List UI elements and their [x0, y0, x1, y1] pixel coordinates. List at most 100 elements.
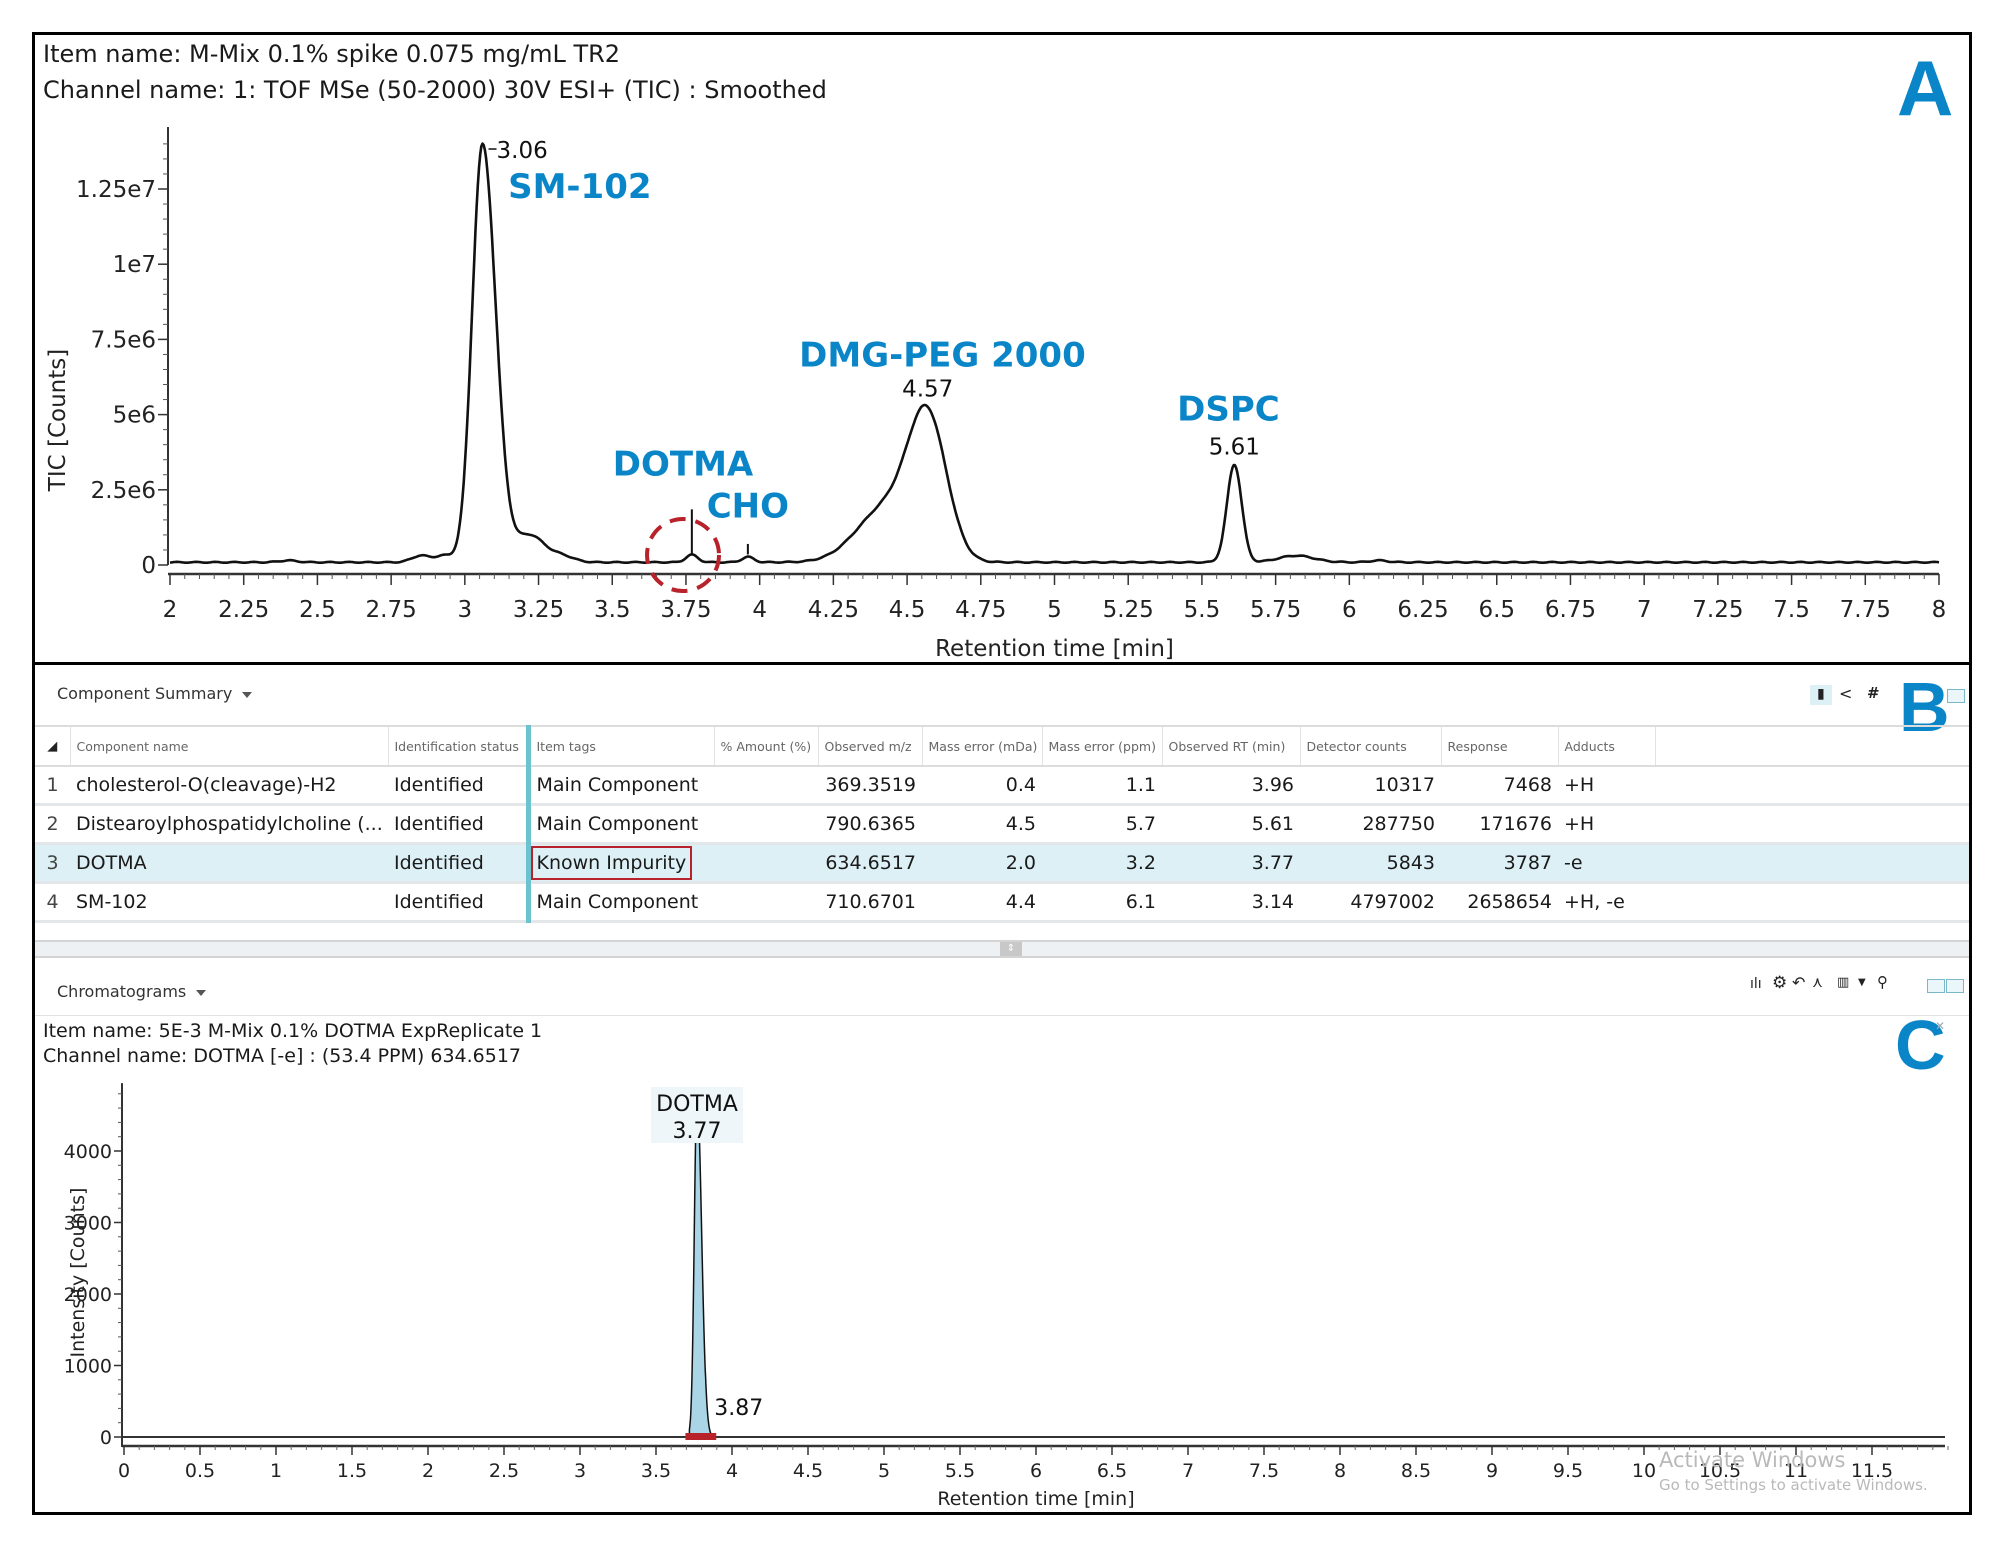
cell-adducts[interactable]: +H — [1558, 766, 1655, 806]
column-header-response[interactable]: Response — [1441, 725, 1559, 767]
hash-icon[interactable]: # — [1867, 686, 1880, 701]
x-tick-label: 8 — [1932, 597, 1947, 623]
cell-identification-status[interactable]: Identified — [388, 882, 528, 923]
cell-item-tags[interactable]: Main Component — [525, 882, 714, 923]
cell-observed-mz[interactable]: 369.3519 — [818, 766, 922, 806]
column-header-mass-error-ppm[interactable]: Mass error (ppm) — [1042, 725, 1163, 767]
cell-mass-error-mda[interactable]: 2.0 — [922, 843, 1042, 884]
cell-response[interactable]: 2658654 — [1441, 882, 1558, 923]
column-header-mass-error-mda[interactable]: Mass error (mDa) — [922, 725, 1043, 767]
cell-detector-counts[interactable]: 5843 — [1300, 843, 1441, 884]
cell-response[interactable]: 7468 — [1441, 766, 1558, 806]
y-tick-label: 5e6 — [113, 403, 156, 429]
cell-observed-mz[interactable]: 710.6701 — [818, 882, 922, 923]
cell-mass-error-ppm[interactable]: 3.2 — [1042, 843, 1162, 884]
table-row[interactable]: 4 SM-102 Identified Main Component 710.6701 4… — [35, 882, 1969, 923]
x-tick-label: 4.5 — [889, 597, 926, 623]
cell-observed-rt[interactable]: 3.96 — [1162, 766, 1300, 806]
pane-splitter[interactable]: ⇕ — [35, 940, 1969, 958]
x-tick-label: 8 — [1334, 1460, 1346, 1482]
cell-component-name[interactable]: SM-102 — [70, 882, 388, 923]
column-header-identification-status[interactable]: Identification status — [388, 725, 529, 767]
row-number[interactable]: 1 — [35, 766, 70, 806]
cell-filler[interactable] — [1655, 804, 1969, 845]
column-header-amount[interactable]: % Amount (%) — [714, 725, 819, 767]
cell-identification-status[interactable]: Identified — [388, 843, 528, 884]
cell-adducts[interactable]: -e — [1558, 843, 1655, 884]
x-tick-label: 5.5 — [945, 1460, 975, 1482]
cell-filler[interactable] — [1655, 766, 1969, 806]
cell-observed-rt[interactable]: 5.61 — [1162, 804, 1300, 845]
x-tick-label: 4.25 — [808, 597, 859, 623]
component-summary-title: Component Summary — [57, 684, 233, 703]
cell-mass-error-ppm[interactable]: 6.1 — [1042, 882, 1162, 923]
table-row[interactable]: 3 DOTMA Identified Known Impurity 634.6517 2.… — [35, 843, 1969, 884]
cell-mass-error-ppm[interactable]: 5.7 — [1042, 804, 1162, 845]
cell-observed-rt[interactable]: 3.14 — [1162, 882, 1300, 923]
x-tick-label: 7.75 — [1840, 597, 1891, 623]
column-header-observed-mz[interactable]: Observed m/z — [818, 725, 923, 767]
rt-label-3.06: 3.06 — [497, 138, 548, 164]
panel-c-chromatograms: Chromatograms ılı ⚙ ↶ ⋏ ▥ ▼ ⚲ C ✕ Item n… — [35, 960, 1969, 1515]
x-tick-label: 6.5 — [1478, 597, 1515, 623]
cell-amount[interactable] — [714, 804, 818, 845]
cell-response[interactable]: 171676 — [1441, 804, 1558, 845]
column-header-component-name[interactable]: Component name — [70, 725, 389, 767]
row-number[interactable]: 3 — [35, 843, 70, 884]
cell-filler[interactable] — [1655, 843, 1969, 884]
cell-mass-error-mda[interactable]: 4.5 — [922, 804, 1042, 845]
x-tick-label: 2.5 — [299, 597, 336, 623]
cell-amount[interactable] — [714, 843, 818, 884]
cell-adducts[interactable]: +H — [1558, 804, 1655, 845]
row-number[interactable]: 2 — [35, 804, 70, 845]
cell-observed-rt[interactable]: 3.77 — [1162, 843, 1300, 884]
column-header-adducts[interactable]: Adducts — [1558, 725, 1656, 767]
cell-item-tags[interactable]: Main Component — [525, 766, 714, 806]
cell-component-name[interactable]: DOTMA — [70, 843, 388, 884]
cell-filler[interactable] — [1655, 882, 1969, 923]
cell-mass-error-mda[interactable]: 0.4 — [922, 766, 1042, 806]
x-tick-label: 9 — [1486, 1460, 1498, 1482]
compound-label-sm-102: SM-102 — [508, 167, 651, 207]
table-row[interactable]: 2 Distearoylphospatidylcholine (... Identi… — [35, 804, 1969, 845]
cell-component-name[interactable]: Distearoylphospatidylcholine (... — [70, 804, 388, 845]
cell-mass-error-mda[interactable]: 4.4 — [922, 882, 1042, 923]
splitter-grip-icon[interactable]: ⇕ — [1000, 942, 1022, 956]
x-tick-label: 3.5 — [641, 1460, 671, 1482]
x-tick-label: 5.25 — [1103, 597, 1154, 623]
x-tick-label: 7.5 — [1773, 597, 1810, 623]
cell-observed-mz[interactable]: 790.6365 — [818, 804, 922, 845]
cell-mass-error-ppm[interactable]: 1.1 — [1042, 766, 1162, 806]
column-header-detector-counts[interactable]: Detector counts — [1300, 725, 1442, 767]
share-icon[interactable]: < — [1839, 686, 1852, 702]
figure-frame: Item name: M-Mix 0.1% spike 0.075 mg/mL … — [32, 32, 1972, 1515]
cell-identification-status[interactable]: Identified — [388, 766, 528, 806]
cell-adducts[interactable]: +H, -e — [1558, 882, 1655, 923]
y-axis-label: Intensity [Counts] — [67, 1188, 89, 1358]
column-chooser-button[interactable]: ▮ — [1810, 685, 1832, 705]
cell-detector-counts[interactable]: 10317 — [1300, 766, 1441, 806]
minimize-pane-button[interactable] — [1947, 689, 1965, 703]
y-tick-label: 1e7 — [113, 252, 156, 278]
cell-component-name[interactable]: cholesterol-O(cleavage)-H2 — [70, 766, 388, 806]
cell-amount[interactable] — [714, 882, 818, 923]
table-row[interactable]: 1 cholesterol-O(cleavage)-H2 Identified Mai… — [35, 766, 1969, 806]
column-header-filler — [1655, 725, 1969, 767]
integration-baseline-marker — [685, 1433, 717, 1440]
sort-indicator-icon[interactable]: ◢ — [35, 725, 71, 767]
component-summary-dropdown[interactable]: Component Summary — [57, 684, 253, 703]
cell-response[interactable]: 3787 — [1441, 843, 1558, 884]
cell-detector-counts[interactable]: 287750 — [1300, 804, 1441, 845]
y-axis-label: TIC [Counts] — [45, 349, 71, 492]
column-header-item-tags[interactable]: Item tags — [525, 725, 715, 767]
cell-detector-counts[interactable]: 4797002 — [1300, 882, 1441, 923]
cell-item-tags[interactable]: Main Component — [525, 804, 714, 845]
row-number[interactable]: 4 — [35, 882, 70, 923]
cell-observed-mz[interactable]: 634.6517 — [818, 843, 922, 884]
y-tick-label: 1.25e7 — [76, 177, 156, 203]
cell-amount[interactable] — [714, 766, 818, 806]
cell-item-tags[interactable]: Known Impurity — [525, 843, 714, 884]
activate-windows-subtext: Go to Settings to activate Windows. — [1659, 1476, 1928, 1494]
cell-identification-status[interactable]: Identified — [388, 804, 528, 845]
column-header-observed-rt[interactable]: Observed RT (min) — [1162, 725, 1301, 767]
